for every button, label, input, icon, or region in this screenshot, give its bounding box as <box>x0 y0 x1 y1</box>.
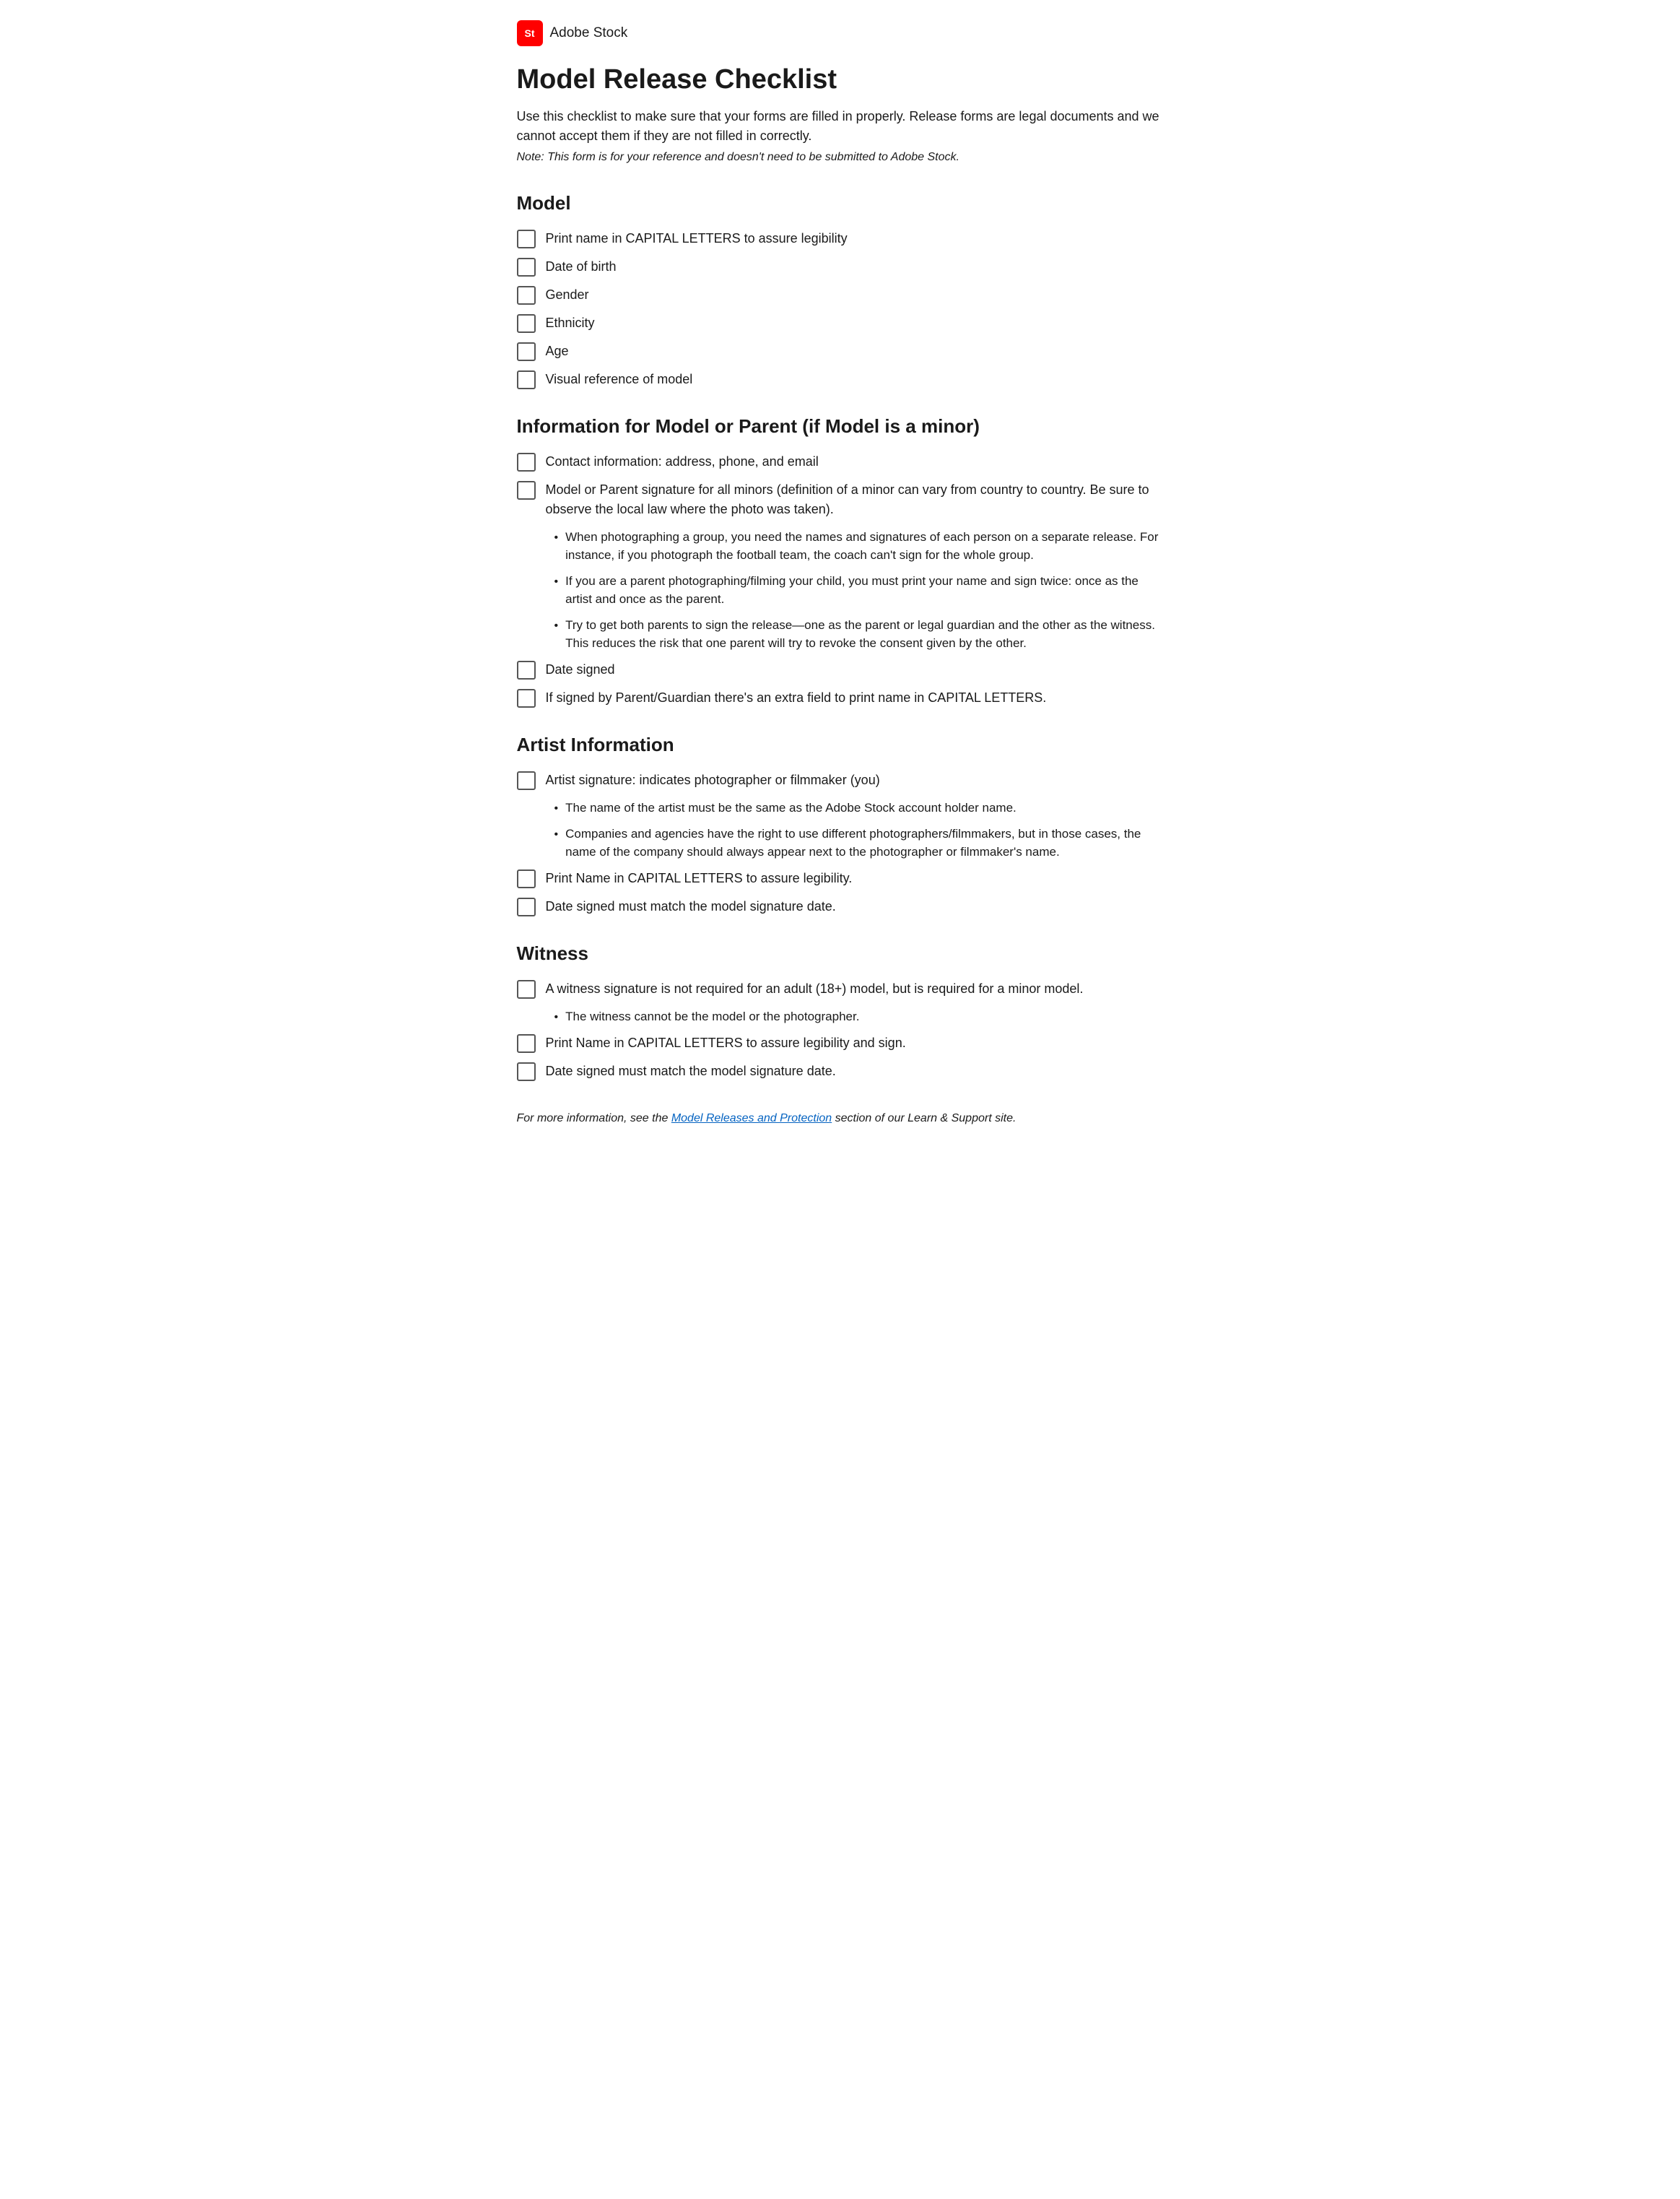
list-item: Date signed <box>517 660 1164 680</box>
checkbox-artist-print-name[interactable] <box>517 869 536 888</box>
item-text-artist-print-name: Print Name in CAPITAL LETTERS to assure … <box>546 869 1164 888</box>
page-title: Model Release Checklist <box>517 64 1164 97</box>
bullet-text: When photographing a group, you need the… <box>565 528 1163 565</box>
bullet-item: • When photographing a group, you need t… <box>554 528 1164 565</box>
list-item: Gender <box>517 285 1164 305</box>
bullet-dot: • <box>554 1009 559 1026</box>
item-text-contact-info: Contact information: address, phone, and… <box>546 452 1164 472</box>
checkbox-ethnicity[interactable] <box>517 314 536 333</box>
checkbox-print-name[interactable] <box>517 230 536 248</box>
item-text-visual-reference: Visual reference of model <box>546 370 1164 389</box>
adobe-stock-logo: St <box>517 20 543 46</box>
item-text-model-parent-signature: Model or Parent signature for all minors… <box>546 480 1164 519</box>
item-text-ethnicity: Ethnicity <box>546 313 1164 333</box>
checkbox-date-signed-model[interactable] <box>517 661 536 680</box>
bullet-item: • The witness cannot be the model or the… <box>554 1007 1164 1026</box>
list-item: Model or Parent signature for all minors… <box>517 480 1164 519</box>
checkbox-age[interactable] <box>517 342 536 361</box>
item-text-age: Age <box>546 342 1164 361</box>
item-text-parent-guardian-name: If signed by Parent/Guardian there's an … <box>546 688 1164 708</box>
bullet-list-witness: • The witness cannot be the model or the… <box>554 1007 1164 1026</box>
list-item: Age <box>517 342 1164 361</box>
bullet-list-artist: • The name of the artist must be the sam… <box>554 799 1164 862</box>
checkbox-artist-date-signed[interactable] <box>517 898 536 916</box>
list-item: Print Name in CAPITAL LETTERS to assure … <box>517 1033 1164 1053</box>
footer-text-before-link: For more information, see the <box>517 1112 671 1124</box>
list-item: Visual reference of model <box>517 370 1164 389</box>
item-text-date-signed-model: Date signed <box>546 660 1164 680</box>
bullet-item: • Companies and agencies have the right … <box>554 825 1164 862</box>
bullet-item: • Try to get both parents to sign the re… <box>554 616 1164 653</box>
brand-name: Adobe Stock <box>550 23 628 44</box>
item-text-artist-signature: Artist signature: indicates photographer… <box>546 771 1164 790</box>
bullet-item: • If you are a parent photographing/film… <box>554 572 1164 609</box>
checkbox-witness-date-signed[interactable] <box>517 1062 536 1081</box>
checkbox-artist-signature[interactable] <box>517 771 536 790</box>
bullet-dot: • <box>554 529 559 547</box>
item-text-witness-signature: A witness signature is not required for … <box>546 979 1164 999</box>
bullet-item: • The name of the artist must be the sam… <box>554 799 1164 817</box>
item-text-witness-date-signed: Date signed must match the model signatu… <box>546 1062 1164 1081</box>
list-item: A witness signature is not required for … <box>517 979 1164 999</box>
bullet-list-signatures: • When photographing a group, you need t… <box>554 528 1164 653</box>
section-heading-artist-info: Artist Information <box>517 731 1164 759</box>
list-item: Artist signature: indicates photographer… <box>517 771 1164 790</box>
bullet-dot: • <box>554 800 559 817</box>
checkbox-contact-info[interactable] <box>517 453 536 472</box>
bullet-text: If you are a parent photographing/filmin… <box>565 572 1163 609</box>
note-text: Note: This form is for your reference an… <box>517 149 1164 166</box>
section-heading-witness: Witness <box>517 940 1164 968</box>
checkbox-witness-signature[interactable] <box>517 980 536 999</box>
checkbox-witness-print-name[interactable] <box>517 1034 536 1053</box>
footer-text: For more information, see the Model Rele… <box>517 1110 1164 1127</box>
list-item: Print name in CAPITAL LETTERS to assure … <box>517 229 1164 248</box>
item-text-gender: Gender <box>546 285 1164 305</box>
page-header: St Adobe Stock <box>517 20 1164 46</box>
list-item: Ethnicity <box>517 313 1164 333</box>
bullet-text: The name of the artist must be the same … <box>565 799 1017 817</box>
bullet-text: Companies and agencies have the right to… <box>565 825 1163 862</box>
list-item: Contact information: address, phone, and… <box>517 452 1164 472</box>
bullet-dot: • <box>554 617 559 635</box>
item-text-witness-print-name: Print Name in CAPITAL LETTERS to assure … <box>546 1033 1164 1053</box>
bullet-text: Try to get both parents to sign the rele… <box>565 616 1163 653</box>
list-item: Date signed must match the model signatu… <box>517 897 1164 916</box>
section-heading-info-model-parent: Information for Model or Parent (if Mode… <box>517 412 1164 441</box>
list-item: Print Name in CAPITAL LETTERS to assure … <box>517 869 1164 888</box>
checkbox-visual-reference[interactable] <box>517 370 536 389</box>
footer-link[interactable]: Model Releases and Protection <box>671 1112 832 1124</box>
footer-text-after-link: section of our Learn & Support site. <box>832 1112 1016 1124</box>
section-heading-model: Model <box>517 189 1164 217</box>
bullet-text: The witness cannot be the model or the p… <box>565 1007 859 1026</box>
intro-text: Use this checklist to make sure that you… <box>517 107 1164 146</box>
item-text-artist-date-signed: Date signed must match the model signatu… <box>546 897 1164 916</box>
list-item: Date of birth <box>517 257 1164 277</box>
bullet-dot: • <box>554 826 559 843</box>
checkbox-model-parent-signature[interactable] <box>517 481 536 500</box>
checkbox-parent-guardian-name[interactable] <box>517 689 536 708</box>
item-text-print-name: Print name in CAPITAL LETTERS to assure … <box>546 229 1164 248</box>
checkbox-gender[interactable] <box>517 286 536 305</box>
checkbox-date-of-birth[interactable] <box>517 258 536 277</box>
item-text-date-of-birth: Date of birth <box>546 257 1164 277</box>
list-item: Date signed must match the model signatu… <box>517 1062 1164 1081</box>
list-item: If signed by Parent/Guardian there's an … <box>517 688 1164 708</box>
bullet-dot: • <box>554 573 559 591</box>
